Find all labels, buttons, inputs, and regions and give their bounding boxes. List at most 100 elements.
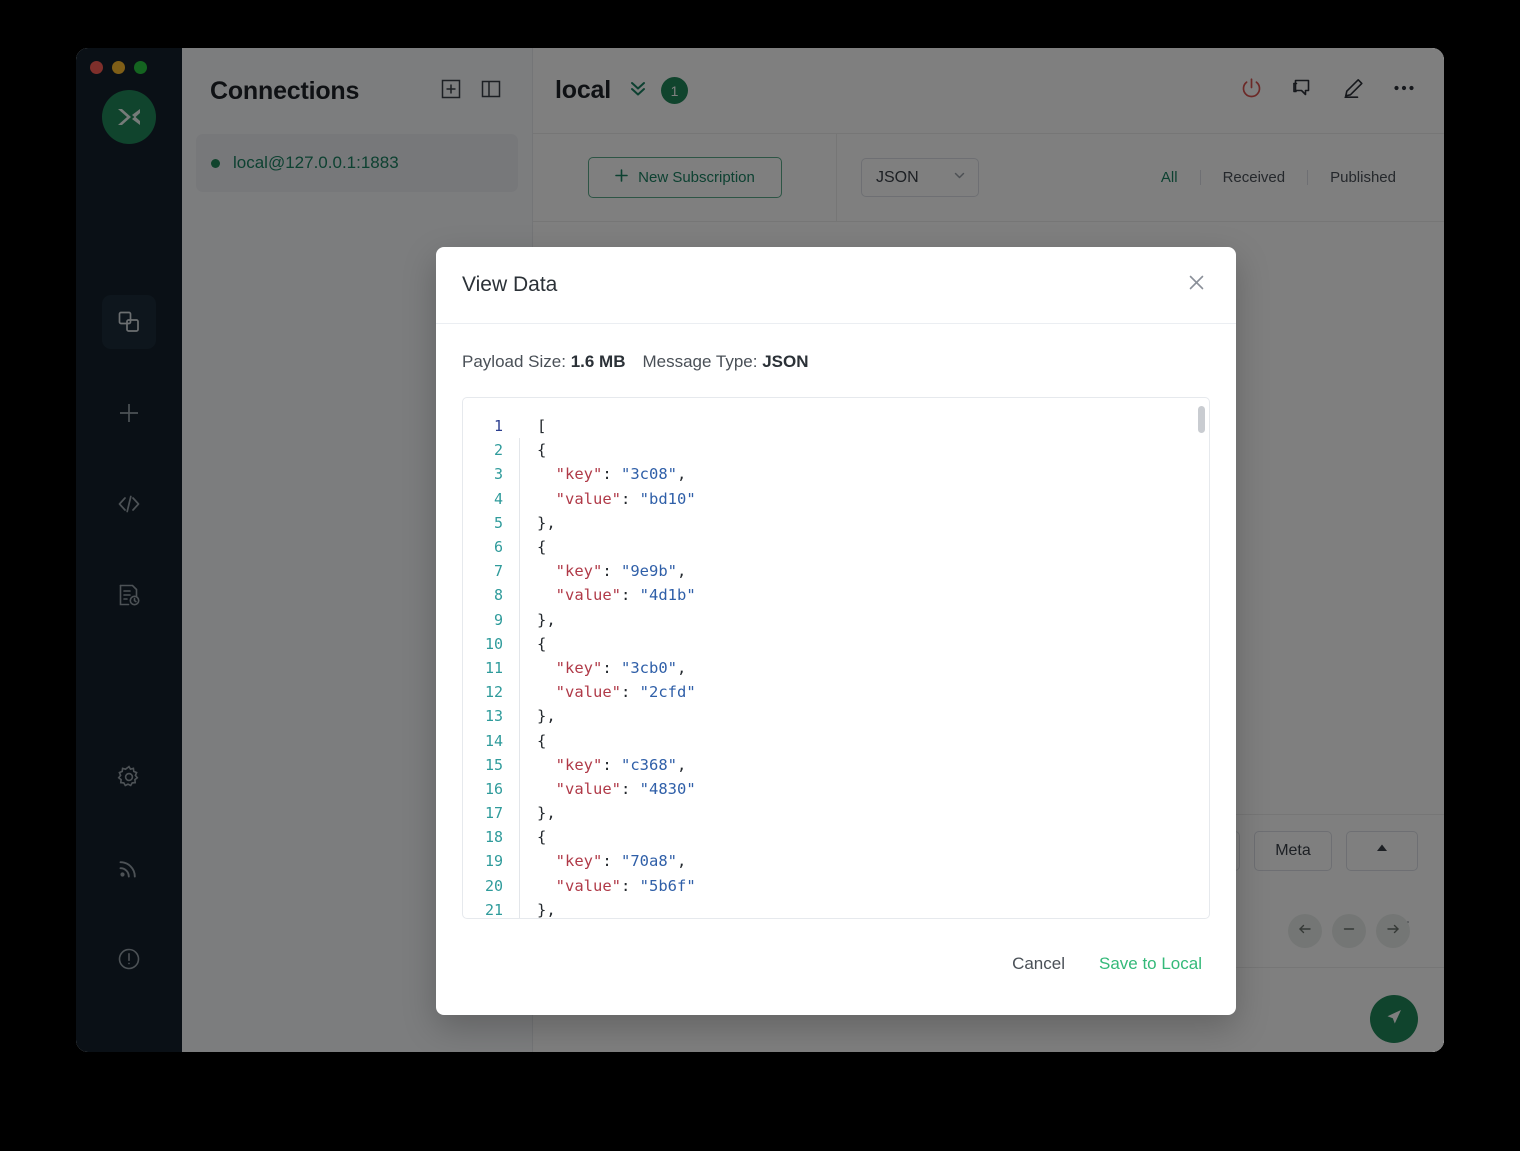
token-punct: },	[537, 804, 556, 823]
dialog-header: View Data	[436, 247, 1236, 324]
line-number: 18	[484, 828, 503, 847]
code-line: 18 {	[463, 825, 1209, 850]
token-punct: ,	[677, 562, 687, 581]
code-line: 16 "value": "4830"	[463, 776, 1209, 801]
code-text: "value": "4d1b"	[537, 586, 696, 604]
line-number: 10	[484, 634, 503, 653]
token-punct: {	[537, 634, 547, 653]
indent-guide	[519, 873, 520, 898]
code-text: },	[537, 901, 556, 918]
code-lines: 1[2{3 "key": "3c08", 4 "value": "bd10" 5},…	[463, 398, 1209, 918]
line-number: 5	[493, 513, 503, 532]
token-punct: :	[602, 562, 622, 581]
line-number: 3	[493, 465, 503, 484]
token-str: "3c08"	[621, 465, 678, 484]
line-number: 21	[484, 900, 503, 918]
indent-guide	[519, 825, 520, 850]
line-number: 19	[484, 852, 503, 871]
code-text: "key": "9e9b",	[537, 562, 687, 581]
code-line: 19 "key": "70a8",	[463, 849, 1209, 874]
token-punct: [	[537, 417, 547, 436]
line-number: 15	[484, 755, 503, 774]
code-scrollbar[interactable]	[1198, 403, 1205, 913]
line-number: 4	[493, 489, 503, 508]
indent-guide	[519, 704, 520, 729]
token-punct: :	[602, 465, 622, 484]
token-key: "value"	[555, 876, 621, 895]
indent-guide	[519, 680, 520, 705]
code-line: 4 "value": "bd10"	[463, 486, 1209, 511]
line-number: 17	[484, 804, 503, 823]
code-text: "value": "2cfd"	[537, 683, 696, 701]
cancel-button[interactable]: Cancel	[1012, 954, 1065, 974]
line-number: 20	[484, 876, 503, 895]
code-line: 6{	[463, 534, 1209, 560]
payload-size-value: 1.6 MB	[570, 352, 626, 371]
indent-guide	[519, 897, 520, 918]
line-number: 12	[484, 683, 503, 702]
token-key: "value"	[555, 489, 621, 508]
line-number: 7	[493, 562, 503, 581]
token-key: "value"	[555, 683, 621, 702]
json-code-viewer[interactable]: 1[2{3 "key": "3c08", 4 "value": "bd10" 5},…	[462, 397, 1210, 919]
code-text: },	[537, 707, 556, 725]
code-line: 3 "key": "3c08",	[463, 462, 1209, 487]
token-str: "70a8"	[621, 852, 678, 871]
code-line: 21},	[463, 897, 1209, 918]
code-text: "key": "3cb0",	[537, 658, 687, 677]
token-key: "key"	[555, 465, 603, 484]
code-line: 7 "key": "9e9b",	[463, 559, 1209, 584]
indent-guide	[519, 534, 520, 560]
code-text: {	[537, 828, 546, 846]
code-line: 13},	[463, 704, 1209, 729]
token-punct: {	[537, 538, 547, 557]
token-punct: :	[602, 658, 622, 677]
token-punct: {	[537, 441, 547, 460]
code-line: 9},	[463, 607, 1209, 632]
line-number: 6	[493, 538, 503, 557]
code-text: "value": "5b6f"	[537, 877, 696, 895]
code-line: 5},	[463, 510, 1209, 535]
token-punct: ,	[677, 852, 687, 871]
code-scrollbar-thumb[interactable]	[1198, 406, 1205, 433]
payload-meta: Payload Size: 1.6 MB Message Type: JSON	[462, 352, 1210, 372]
code-text: "key": "c368",	[537, 755, 687, 774]
code-text: {	[537, 538, 546, 556]
token-punct: :	[621, 876, 640, 895]
line-number: 9	[493, 610, 503, 629]
token-punct: :	[621, 683, 640, 702]
code-text: {	[537, 732, 546, 750]
code-line: 10 {	[463, 631, 1209, 656]
line-number: 13	[484, 707, 503, 726]
token-str: "c368"	[621, 755, 678, 774]
message-type-value: JSON	[762, 352, 809, 371]
code-line: 14 {	[463, 728, 1209, 753]
code-text: },	[537, 804, 556, 822]
indent-guide	[519, 583, 520, 608]
save-to-local-button[interactable]: Save to Local	[1099, 954, 1202, 974]
token-punct: {	[537, 731, 547, 750]
code-text: },	[537, 514, 556, 532]
line-number: 11	[484, 658, 503, 677]
indent-guide	[519, 801, 520, 826]
code-line: 20 "value": "5b6f"	[463, 873, 1209, 898]
close-dialog-button[interactable]	[1182, 271, 1210, 299]
token-punct: :	[602, 852, 622, 871]
token-punct: :	[621, 586, 640, 605]
token-punct: ,	[677, 658, 687, 677]
code-line: 17},	[463, 801, 1209, 826]
dialog-title: View Data	[462, 273, 558, 296]
code-text: "value": "4830"	[537, 780, 696, 798]
token-str: "2cfd"	[639, 683, 696, 702]
indent-guide	[519, 559, 520, 584]
indent-guide	[519, 486, 520, 511]
token-key: "value"	[555, 586, 621, 605]
close-icon	[1187, 273, 1206, 297]
token-key: "key"	[555, 852, 603, 871]
payload-size-label: Payload Size:	[462, 352, 566, 371]
token-punct: ,	[677, 755, 687, 774]
code-text: "key": "70a8",	[537, 852, 687, 871]
indent-guide	[519, 510, 520, 535]
code-line: 11 "key": "3cb0",	[463, 655, 1209, 681]
token-str: "4830"	[639, 779, 696, 798]
